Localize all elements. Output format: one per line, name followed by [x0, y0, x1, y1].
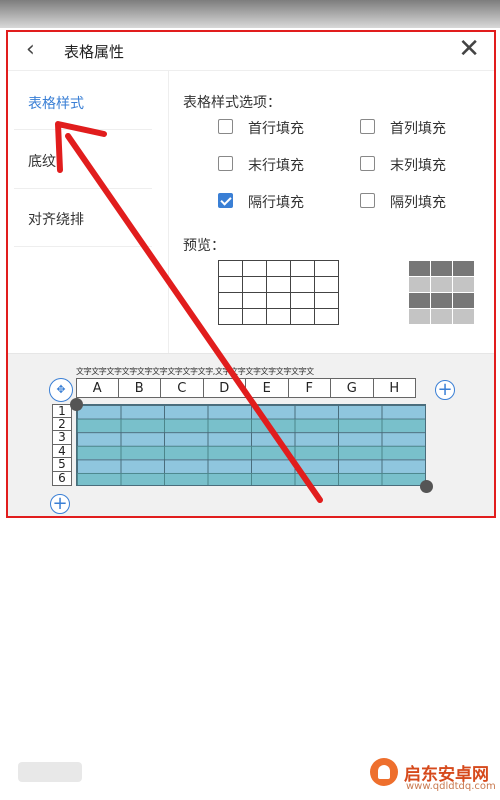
- option-banded-columns-label: 隔列填充: [390, 195, 446, 211]
- banded-row: [77, 445, 425, 460]
- column-header[interactable]: H: [373, 378, 416, 398]
- column-header[interactable]: D: [203, 378, 246, 398]
- document-text: 文字文字文字文字文字文字文字文字文字,文字文字文字文字文字文字文: [76, 367, 314, 376]
- column-headers: A B C D E F G H: [76, 378, 416, 398]
- add-row-icon[interactable]: +: [50, 494, 70, 514]
- column-header[interactable]: F: [288, 378, 331, 398]
- checkbox-first-row[interactable]: [218, 119, 233, 134]
- option-first-column-label: 首列填充: [390, 121, 446, 137]
- add-column-icon[interactable]: +: [435, 380, 455, 400]
- preview-table-styled: [408, 260, 475, 325]
- back-icon[interactable]: ‹: [26, 37, 35, 62]
- checkbox-last-row[interactable]: [218, 156, 233, 171]
- row-header[interactable]: 3: [52, 431, 72, 445]
- preview-table-plain: [218, 260, 339, 325]
- row-header[interactable]: 1: [52, 404, 72, 418]
- move-handle-icon[interactable]: ✥: [49, 378, 73, 402]
- table-properties-dialog: ‹ 表格属性 ✕ 表格样式 底纹 对齐绕排 表格样式选项： 首行填充 首列填充 …: [6, 30, 496, 518]
- banded-row: [77, 473, 425, 485]
- divider: [14, 188, 152, 189]
- row-header[interactable]: 5: [52, 458, 72, 472]
- sidebar-item-alignment-wrap[interactable]: 对齐绕排: [28, 209, 84, 229]
- preview-label: 预览：: [183, 238, 225, 254]
- checkbox-last-column[interactable]: [360, 156, 375, 171]
- blurred-region: [18, 762, 82, 782]
- divider: [14, 246, 152, 247]
- sidebar-item-shading[interactable]: 底纹: [28, 151, 56, 171]
- document-table-preview: 文字文字文字文字文字文字文字文字文字,文字文字文字文字文字文字文 ✥ A B C…: [8, 354, 494, 516]
- column-header[interactable]: E: [246, 378, 289, 398]
- status-bar-shade: [0, 0, 500, 28]
- watermark-url: www.qdldtdq.com: [406, 781, 496, 792]
- row-headers: 1 2 3 4 5 6: [52, 404, 72, 486]
- option-first-row-label: 首行填充: [248, 121, 304, 137]
- column-header[interactable]: C: [161, 378, 204, 398]
- table-grid[interactable]: [76, 404, 426, 486]
- option-last-row-label: 末行填充: [248, 158, 304, 174]
- checkbox-banded-columns[interactable]: [360, 193, 375, 208]
- option-banded-rows-label: 隔行填充: [248, 195, 304, 211]
- close-icon[interactable]: ✕: [458, 34, 480, 64]
- resize-handle-top-left[interactable]: [70, 398, 83, 411]
- divider: [14, 129, 152, 130]
- row-header[interactable]: 6: [52, 472, 72, 486]
- checkbox-first-column[interactable]: [360, 119, 375, 134]
- column-header[interactable]: G: [331, 378, 374, 398]
- dialog-header: ‹ 表格属性 ✕: [8, 32, 494, 71]
- sidebar: 表格样式 底纹 对齐绕排: [8, 71, 169, 353]
- banded-row: [77, 418, 425, 433]
- row-header[interactable]: 4: [52, 444, 72, 459]
- column-header[interactable]: A: [76, 378, 119, 398]
- style-options-title: 表格样式选项：: [183, 95, 281, 111]
- sidebar-item-table-style[interactable]: 表格样式: [28, 93, 84, 113]
- row-header[interactable]: 2: [52, 417, 72, 432]
- checkbox-banded-rows[interactable]: [218, 193, 233, 208]
- logo-icon: [370, 758, 398, 786]
- resize-handle-bottom-right[interactable]: [420, 480, 433, 493]
- column-header[interactable]: B: [118, 378, 161, 398]
- dialog-title: 表格属性: [64, 43, 125, 61]
- option-last-column-label: 末列填充: [390, 158, 446, 174]
